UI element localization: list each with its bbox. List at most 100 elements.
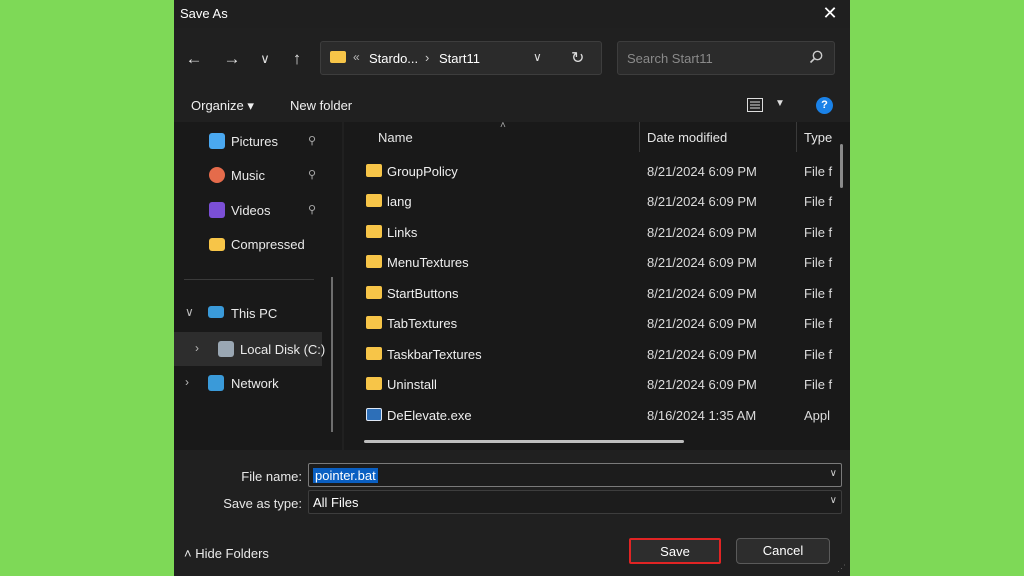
column-header-name[interactable]: Name [378,130,413,145]
forward-icon[interactable]: → [219,50,245,70]
folder-icon [366,377,382,390]
file-type: File f [804,164,833,179]
up-icon[interactable]: ↑ [284,50,310,70]
list-item[interactable]: DeElevate.exe 8/16/2024 1:35 AM Appl [344,400,834,430]
list-item[interactable]: TabTextures 8/21/2024 6:09 PM File f [344,308,834,338]
sidebar-item-pictures[interactable]: Pictures ⚲ [174,126,324,156]
list-item[interactable]: Uninstall 8/21/2024 6:09 PM File f [344,369,834,399]
command-bar: Organize ▾ New folder ▼ ? [174,90,850,122]
view-dropdown-icon[interactable]: ▼ [775,98,785,109]
folder-icon [366,347,382,360]
organize-button[interactable]: Organize ▾ [191,98,254,114]
column-divider[interactable] [639,122,640,152]
file-name-dropdown-icon[interactable]: ∨ [830,468,837,479]
vertical-scrollbar[interactable] [840,144,843,188]
file-date: 8/21/2024 6:09 PM [647,377,757,392]
expand-chevron-icon[interactable]: › [185,375,189,389]
list-item[interactable]: lang 8/21/2024 6:09 PM File f [344,186,834,216]
column-divider[interactable] [796,122,797,152]
list-item[interactable]: GroupPolicy 8/21/2024 6:09 PM File f [344,156,834,186]
title-bar: Save As ✕ [174,0,850,28]
recent-locations-icon[interactable]: ∨ [252,50,278,70]
file-name: GroupPolicy [387,164,458,179]
file-date: 8/21/2024 6:09 PM [647,225,757,240]
refresh-icon[interactable]: ↻ [571,48,584,68]
back-icon[interactable]: ← [181,50,207,70]
sidebar-item-label: Music [231,168,265,183]
list-item[interactable]: StartButtons 8/21/2024 6:09 PM File f [344,278,834,308]
resize-grip-icon[interactable]: ⋰ [837,563,846,574]
save-as-type-select[interactable]: All Files ∨ [308,490,842,514]
view-options-icon[interactable] [747,98,763,112]
new-folder-button[interactable]: New folder [290,98,352,113]
sidebar-scrollbar[interactable] [331,277,333,432]
file-name: Uninstall [387,377,437,392]
address-dropdown-icon[interactable]: ∨ [533,50,542,64]
pin-icon: ⚲ [308,135,317,147]
sidebar-divider [184,279,314,280]
breadcrumb-stardock[interactable]: Stardo... [369,51,418,66]
disk-icon [218,341,234,357]
hide-folders-button[interactable]: ˄ Hide Folders [184,546,269,561]
file-type: File f [804,255,833,270]
expand-chevron-icon[interactable]: › [195,341,199,355]
address-bar[interactable]: « Stardo... › Start11 ∨ ↻ [320,41,602,75]
sidebar-item-label: Pictures [231,134,278,149]
file-name: TabTextures [387,316,458,331]
file-name: DeElevate.exe [387,408,472,423]
file-name: Links [387,225,418,240]
file-date: 8/21/2024 6:09 PM [647,286,757,301]
sidebar-item-label: Network [231,376,279,391]
list-item[interactable]: TaskbarTextures 8/21/2024 6:09 PM File f [344,339,834,369]
navigation-bar: ← → ∨ ↑ « Stardo... › Start11 ∨ ↻ Search… [174,28,850,90]
column-header-type[interactable]: Type [804,130,832,145]
file-name: lang [387,194,412,209]
file-type: File f [804,316,833,331]
save-button[interactable]: Save [629,538,721,564]
horizontal-scrollbar[interactable] [364,440,684,443]
sidebar-item-compressed[interactable]: Compressed [174,229,324,259]
sidebar-item-local-disk[interactable]: › Local Disk (C:) [174,334,325,364]
application-icon [366,408,382,421]
sidebar-item-music[interactable]: Music ⚲ [174,160,324,190]
file-date: 8/21/2024 6:09 PM [647,194,757,209]
breadcrumb-separator-icon[interactable]: › [425,50,429,65]
sidebar-item-this-pc[interactable]: ∨ This PC [174,298,324,328]
help-icon[interactable]: ? [816,97,833,114]
file-date: 8/21/2024 6:09 PM [647,316,757,331]
pictures-icon [209,133,225,149]
videos-icon [209,202,225,218]
file-name: MenuTextures [387,255,469,270]
save-options-panel: File name: pointer.bat ∨ Save as type: A… [174,450,850,576]
file-date: 8/21/2024 6:09 PM [647,347,757,362]
sidebar-item-videos[interactable]: Videos ⚲ [174,195,324,225]
cancel-button[interactable]: Cancel [736,538,830,564]
breadcrumb-start11[interactable]: Start11 [439,51,480,66]
file-type: File f [804,377,833,392]
folder-icon [366,225,382,238]
search-icon [809,50,823,64]
folder-icon [366,286,382,299]
save-as-dialog: Save As ✕ ← → ∨ ↑ « Stardo... › Start11 … [174,0,850,576]
list-item[interactable]: Links 8/21/2024 6:09 PM File f [344,217,834,247]
folder-icon [366,255,382,268]
overflow-chevron-icon[interactable]: « [353,50,360,64]
close-icon[interactable]: ✕ [818,2,842,26]
pin-icon: ⚲ [308,169,317,181]
sidebar-item-label: Compressed [231,237,305,252]
network-icon [208,375,224,391]
collapse-chevron-icon[interactable]: ∨ [185,305,194,319]
sidebar-item-network[interactable]: › Network [174,368,324,398]
file-type: File f [804,225,833,240]
file-type: File f [804,286,833,301]
search-input[interactable]: Search Start11 [617,41,835,75]
file-name-field[interactable]: pointer.bat ∨ [308,463,842,487]
sidebar-item-label: This PC [231,306,278,321]
file-name-value[interactable]: pointer.bat [313,468,378,483]
column-header-date-modified[interactable]: Date modified [647,130,727,145]
list-item[interactable]: MenuTextures 8/21/2024 6:09 PM File f [344,247,834,277]
save-as-type-dropdown-icon[interactable]: ∨ [830,495,837,506]
pin-icon: ⚲ [308,204,317,216]
file-name: StartButtons [387,286,459,301]
sidebar-item-label: Videos [231,203,271,218]
